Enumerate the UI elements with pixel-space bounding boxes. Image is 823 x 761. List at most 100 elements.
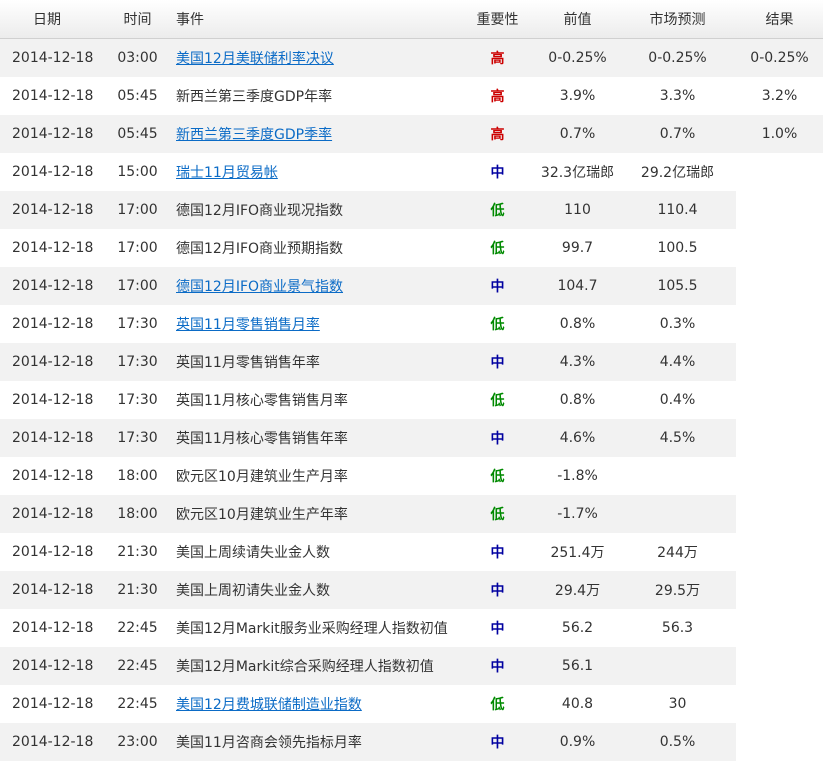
table-row: 2014-12-18 05:45 新西兰第三季度GDP年率高 3.9% 3.3% 3.2% xyxy=(0,77,823,115)
importance-badge: 低 xyxy=(459,305,536,343)
table-row: 2014-12-18 23:00 美国11月咨商会领先指标月率中 0.9% 0.5% xyxy=(0,723,823,761)
cell-time: 15:00 xyxy=(106,153,169,191)
cell-forecast: 0.7% xyxy=(619,115,736,153)
event-link[interactable]: 美国12月费城联储制造业指数 xyxy=(176,697,362,713)
event-link[interactable]: 德国12月IFO商业景气指数 xyxy=(176,279,343,295)
cell-event: 英国11月零售销售月率 xyxy=(169,305,459,343)
cell-date: 2014-12-18 xyxy=(0,457,106,495)
cell-event: 新西兰第三季度GDP年率 xyxy=(169,77,459,115)
importance-badge: 中 xyxy=(459,533,536,571)
cell-time: 17:30 xyxy=(106,343,169,381)
header-date: 日期 xyxy=(0,0,106,39)
importance-badge: 低 xyxy=(459,229,536,267)
importance-badge: 中 xyxy=(459,267,536,305)
cell-forecast xyxy=(619,457,736,495)
cell-actual xyxy=(736,457,823,495)
cell-date: 2014-12-18 xyxy=(0,267,106,305)
cell-event: 新西兰第三季度GDP季率 xyxy=(169,115,459,153)
cell-date: 2014-12-18 xyxy=(0,495,106,533)
cell-actual xyxy=(736,571,823,609)
cell-event: 英国11月核心零售销售月率 xyxy=(169,381,459,419)
cell-forecast: 0.4% xyxy=(619,381,736,419)
cell-date: 2014-12-18 xyxy=(0,533,106,571)
cell-actual xyxy=(736,381,823,419)
cell-forecast: 0.5% xyxy=(619,723,736,761)
cell-previous: 29.4万 xyxy=(536,571,619,609)
cell-date: 2014-12-18 xyxy=(0,723,106,761)
cell-forecast: 0.3% xyxy=(619,305,736,343)
cell-previous: -1.7% xyxy=(536,495,619,533)
event-link[interactable]: 瑞士11月贸易帐 xyxy=(176,165,278,181)
cell-event: 美国12月Markit综合采购经理人指数初值 xyxy=(169,647,459,685)
cell-time: 05:45 xyxy=(106,77,169,115)
event-link[interactable]: 美国12月美联储利率决议 xyxy=(176,51,334,67)
cell-previous: 0.8% xyxy=(536,305,619,343)
cell-date: 2014-12-18 xyxy=(0,38,106,77)
cell-forecast xyxy=(619,647,736,685)
importance-badge: 低 xyxy=(459,685,536,723)
cell-event: 德国12月IFO商业景气指数 xyxy=(169,267,459,305)
cell-forecast: 29.2亿瑞郎 xyxy=(619,153,736,191)
cell-previous: 4.3% xyxy=(536,343,619,381)
table-row: 2014-12-18 22:45 美国12月Markit服务业采购经理人指数初值中 5… xyxy=(0,609,823,647)
event-link[interactable]: 新西兰第三季度GDP季率 xyxy=(176,127,332,143)
cell-date: 2014-12-18 xyxy=(0,609,106,647)
cell-actual xyxy=(736,305,823,343)
table-row: 2014-12-18 17:30 英国11月零售销售年率中 4.3% 4.4% xyxy=(0,343,823,381)
cell-event: 欧元区10月建筑业生产年率 xyxy=(169,495,459,533)
cell-actual xyxy=(736,609,823,647)
importance-badge: 中 xyxy=(459,609,536,647)
cell-actual xyxy=(736,267,823,305)
cell-actual xyxy=(736,343,823,381)
cell-time: 22:45 xyxy=(106,685,169,723)
cell-actual xyxy=(736,685,823,723)
table-header-row: 日期 时间 事件 重要性 前值 市场预测 结果 xyxy=(0,0,823,39)
cell-time: 21:30 xyxy=(106,533,169,571)
cell-event: 英国11月核心零售销售年率 xyxy=(169,419,459,457)
cell-date: 2014-12-18 xyxy=(0,191,106,229)
cell-previous: 3.9% xyxy=(536,77,619,115)
economic-calendar-table: 日期 时间 事件 重要性 前值 市场预测 结果 2014-12-18 03:00 美… xyxy=(0,0,823,761)
cell-previous: 40.8 xyxy=(536,685,619,723)
cell-date: 2014-12-18 xyxy=(0,571,106,609)
cell-previous: 99.7 xyxy=(536,229,619,267)
cell-previous: 56.1 xyxy=(536,647,619,685)
table-row: 2014-12-18 17:30 英国11月核心零售销售年率中 4.6% 4.5% xyxy=(0,419,823,457)
event-link[interactable]: 英国11月零售销售月率 xyxy=(176,317,320,333)
cell-forecast: 0-0.25% xyxy=(619,38,736,77)
cell-event: 美国11月咨商会领先指标月率 xyxy=(169,723,459,761)
cell-time: 17:00 xyxy=(106,229,169,267)
header-time: 时间 xyxy=(106,0,169,39)
header-importance: 重要性 xyxy=(459,0,536,39)
importance-badge: 高 xyxy=(459,38,536,77)
table-row: 2014-12-18 22:45 美国12月Markit综合采购经理人指数初值中 56… xyxy=(0,647,823,685)
cell-actual: 0-0.25% xyxy=(736,38,823,77)
table-row: 2014-12-18 17:00 德国12月IFO商业现况指数低 110 110.4 xyxy=(0,191,823,229)
header-forecast: 市场预测 xyxy=(619,0,736,39)
cell-event: 美国上周初请失业金人数 xyxy=(169,571,459,609)
cell-time: 18:00 xyxy=(106,495,169,533)
cell-previous: 0.7% xyxy=(536,115,619,153)
cell-actual xyxy=(736,229,823,267)
cell-previous: 104.7 xyxy=(536,267,619,305)
cell-date: 2014-12-18 xyxy=(0,229,106,267)
cell-previous: 110 xyxy=(536,191,619,229)
importance-badge: 中 xyxy=(459,571,536,609)
importance-badge: 低 xyxy=(459,457,536,495)
cell-date: 2014-12-18 xyxy=(0,343,106,381)
cell-time: 17:30 xyxy=(106,381,169,419)
table-row: 2014-12-18 18:00 欧元区10月建筑业生产月率低 -1.8% xyxy=(0,457,823,495)
cell-event: 欧元区10月建筑业生产月率 xyxy=(169,457,459,495)
cell-date: 2014-12-18 xyxy=(0,153,106,191)
importance-badge: 高 xyxy=(459,77,536,115)
cell-date: 2014-12-18 xyxy=(0,647,106,685)
cell-forecast xyxy=(619,495,736,533)
cell-event: 美国12月费城联储制造业指数 xyxy=(169,685,459,723)
cell-time: 18:00 xyxy=(106,457,169,495)
cell-forecast: 105.5 xyxy=(619,267,736,305)
header-previous: 前值 xyxy=(536,0,619,39)
cell-time: 23:00 xyxy=(106,723,169,761)
importance-badge: 低 xyxy=(459,381,536,419)
importance-badge: 低 xyxy=(459,495,536,533)
importance-badge: 低 xyxy=(459,191,536,229)
